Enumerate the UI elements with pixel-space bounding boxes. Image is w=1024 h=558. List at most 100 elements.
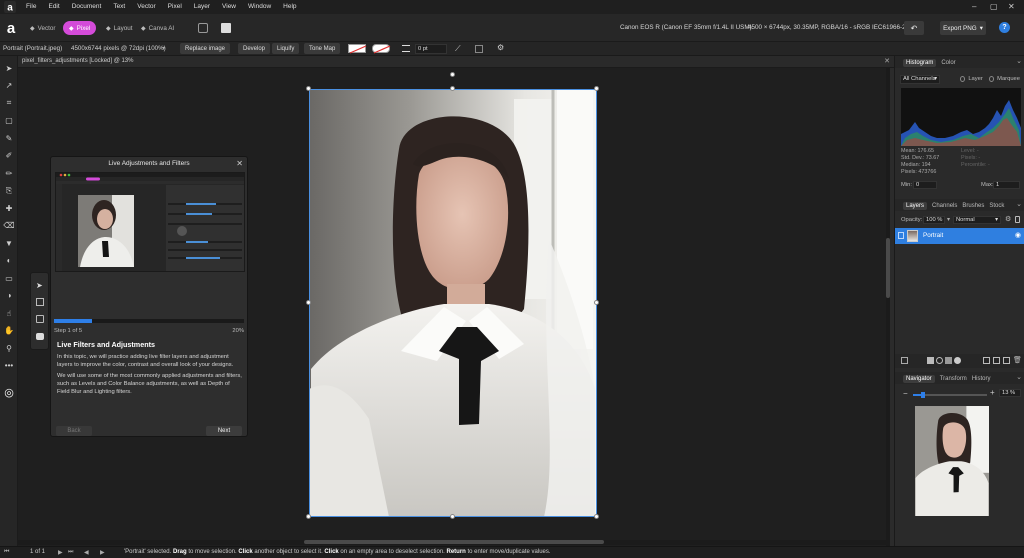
chevron-down-icon[interactable]: ▾ (162, 45, 165, 52)
tab-histogram[interactable]: Histogram (903, 58, 937, 67)
smudge-icon[interactable]: ☝ (3, 307, 15, 319)
horizontal-scrollbar-thumb[interactable] (304, 540, 604, 544)
chat-icon[interactable] (36, 333, 44, 340)
first-page-icon[interactable]: ⏮ (4, 549, 9, 556)
chevron-down-icon[interactable]: ▾ (947, 216, 950, 223)
zoom-out-icon[interactable]: − (903, 389, 908, 398)
tab-color[interactable]: Color (941, 60, 955, 66)
handle-bottom[interactable] (450, 514, 455, 519)
export-button[interactable]: Export PNG ▾ (940, 21, 986, 35)
menu-view[interactable]: View (222, 3, 236, 10)
move-tool-icon[interactable]: ➤ (36, 281, 43, 290)
develop-button[interactable]: Develop (238, 43, 271, 54)
persona-vector[interactable]: ◆ Vector (24, 21, 61, 35)
zoom-slider-knob[interactable] (920, 392, 925, 398)
persona-pixel[interactable]: ◆ Pixel (63, 21, 97, 35)
channel-select[interactable]: All Channels ▾ (900, 74, 941, 84)
undo-icon[interactable]: ↶ (904, 21, 924, 35)
handle-bottom-right[interactable] (594, 514, 599, 519)
selection-box[interactable] (309, 89, 597, 517)
handle-top-right[interactable] (594, 86, 599, 91)
clone-tool-icon[interactable]: ⎘ (3, 185, 15, 197)
handle-right[interactable] (594, 300, 599, 305)
stroke-width-field[interactable]: 0 pt (415, 44, 447, 54)
layer-expand-icon[interactable] (898, 232, 904, 239)
tab-transform[interactable]: Transform (940, 376, 967, 382)
menu-pixel[interactable]: Pixel (168, 3, 182, 10)
handle-top[interactable] (450, 86, 455, 91)
paint-brush-icon[interactable]: ✐ (3, 150, 15, 162)
stroke-style-icon[interactable] (402, 45, 410, 52)
chevron-down-icon[interactable]: ⌄ (1016, 200, 1022, 208)
menu-document[interactable]: Document (72, 3, 102, 10)
tone-map-button[interactable]: Tone Map (304, 43, 341, 54)
crop-tool-icon[interactable]: ⌗ (3, 97, 15, 109)
color-swatch-icon[interactable]: ◎ (3, 386, 15, 399)
healing-icon[interactable]: ✚ (3, 202, 15, 214)
layer-row[interactable]: Portrait ◉ (895, 228, 1024, 244)
tab-stock[interactable]: Stock (989, 203, 1004, 209)
group-icon[interactable] (983, 357, 990, 364)
last-page-icon[interactable]: ⏭ (68, 549, 73, 556)
marquee-tool-icon[interactable]: ▢ (3, 115, 15, 127)
live-filter-icon[interactable] (954, 357, 961, 364)
zoom-in-icon[interactable]: + (990, 388, 995, 397)
snapping-icon[interactable] (198, 23, 208, 33)
persona-canva-ai[interactable]: ◆ Canva AI (135, 21, 180, 35)
pen-curve-icon[interactable]: ⟋ (455, 44, 461, 54)
gear-icon[interactable]: ⚙ (1005, 215, 1011, 223)
handle-top-left[interactable] (306, 86, 311, 91)
replace-image-button[interactable]: Replace image (180, 43, 231, 54)
next-page-icon[interactable]: ▶ (58, 549, 63, 556)
rotation-handle[interactable] (450, 72, 455, 77)
layer-radio[interactable] (960, 76, 966, 82)
stroke-swatch[interactable] (372, 44, 391, 54)
liquify-button[interactable]: Liquify (272, 43, 300, 54)
app-logo-icon[interactable]: a (4, 1, 16, 13)
hand-tool-icon[interactable]: ✋ (3, 325, 15, 337)
pixel-brush-icon[interactable]: ✏ (3, 167, 15, 179)
document-tab[interactable]: pixel_filters_adjustments [Locked] @ 13%… (18, 56, 894, 68)
marquee-radio[interactable] (988, 76, 995, 82)
menu-text[interactable]: Text (113, 3, 125, 10)
erase-icon[interactable]: ⌫ (3, 220, 15, 232)
navigator-preview[interactable] (915, 406, 989, 516)
chevron-down-icon[interactable]: ⌄ (1016, 57, 1022, 65)
next-button[interactable]: Next (206, 426, 242, 436)
shape-tool-icon[interactable]: ▭ (3, 272, 15, 284)
selection-brush-icon[interactable]: ✎ (3, 132, 15, 144)
persona-layout[interactable]: ◆ Layout (100, 21, 139, 35)
layer-options-icon[interactable] (901, 357, 908, 364)
history-back-icon[interactable]: ◀ (84, 549, 89, 556)
menu-window[interactable]: Window (248, 3, 271, 10)
help-button[interactable]: ? (999, 22, 1010, 33)
folder-icon[interactable] (993, 357, 1000, 364)
dodge-burn-icon[interactable]: ◑ (3, 290, 15, 302)
eye-icon[interactable]: ◉ (1015, 231, 1021, 239)
trash-icon[interactable]: 🗑 (1013, 356, 1022, 364)
close-document-icon[interactable]: ✕ (884, 57, 890, 65)
max-field[interactable]: 1 (993, 181, 1020, 189)
menu-help[interactable]: Help (283, 3, 296, 10)
add-layer-icon[interactable] (1003, 357, 1010, 364)
vertical-scrollbar[interactable] (886, 68, 890, 546)
handle-left[interactable] (306, 300, 311, 305)
horizontal-scrollbar[interactable] (18, 540, 886, 545)
tab-channels[interactable]: Channels (932, 203, 957, 209)
min-field[interactable]: 0 (913, 181, 937, 189)
grid-toggle-icon[interactable] (221, 23, 231, 33)
blend-mode-select[interactable]: Normal ▾ (953, 216, 1001, 224)
vertical-scrollbar-thumb[interactable] (886, 238, 890, 298)
handle-bottom-left[interactable] (306, 514, 311, 519)
minimize-icon[interactable]: – (972, 2, 976, 11)
transform-icon[interactable] (475, 45, 483, 53)
node-tool-icon[interactable]: ↗ (3, 80, 15, 92)
fx-icon[interactable] (945, 357, 952, 364)
zoom-field[interactable]: 13 % (999, 389, 1021, 397)
adjustment-icon[interactable] (927, 357, 934, 364)
back-button[interactable]: Back (56, 426, 92, 436)
menu-layer[interactable]: Layer (194, 3, 210, 10)
zoom-tool-icon[interactable]: ⚲ (3, 342, 15, 354)
chevron-down-icon[interactable]: ⌄ (1016, 373, 1022, 381)
more-tools-icon[interactable]: ••• (3, 360, 15, 372)
